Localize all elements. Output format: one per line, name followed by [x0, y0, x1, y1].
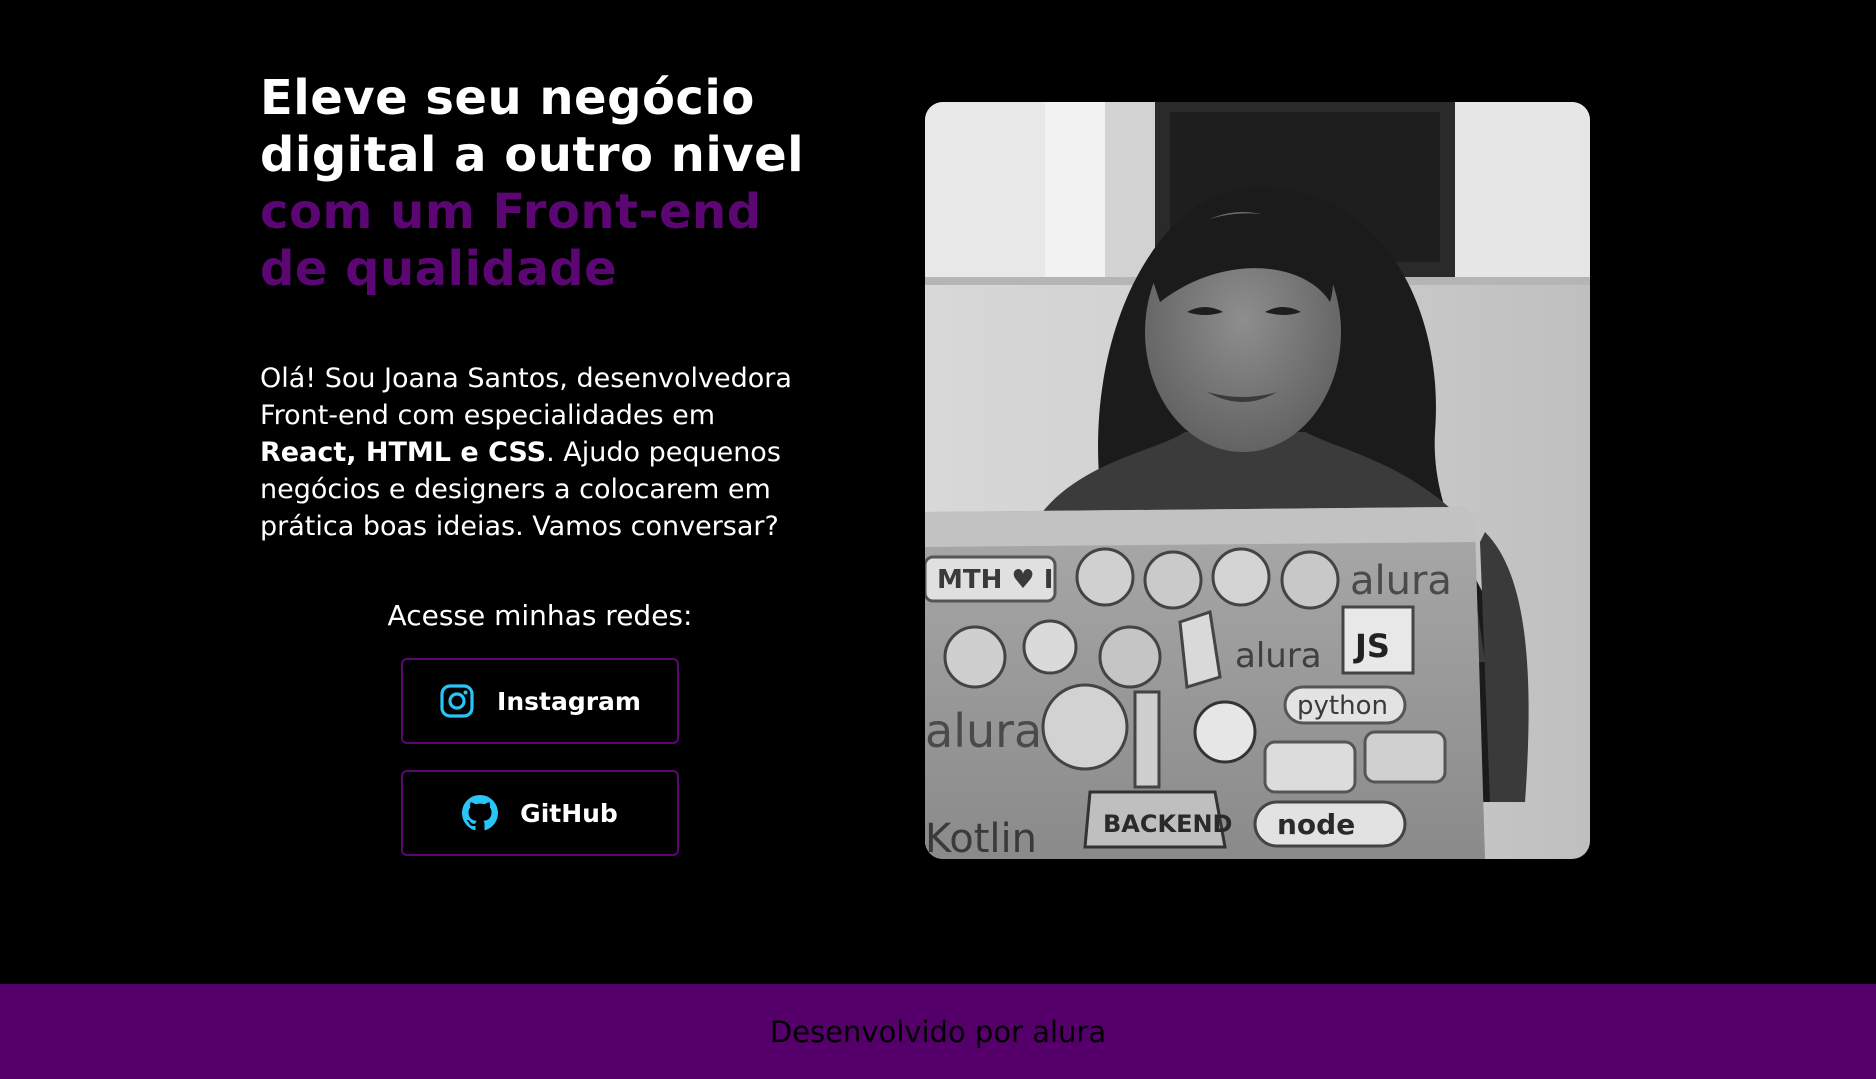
footer-credit: Desenvolvido por alura [769, 1014, 1107, 1049]
profile-photo: MTH ♥ I alura JS alura python alura BACK… [925, 102, 1590, 859]
instagram-button[interactable]: Instagram [401, 658, 679, 744]
hero-headline: Eleve seu negócio digital a outro nivel … [260, 70, 840, 298]
sticker-backend: BACKEND [1103, 810, 1232, 838]
instagram-button-label: Instagram [497, 686, 641, 716]
sticker-js: JS [1353, 627, 1390, 665]
bio-skills-highlight: React, HTML e CSS [260, 437, 547, 468]
footer: Desenvolvido por alura [0, 984, 1876, 1079]
sticker-kotlin: Kotlin [925, 816, 1037, 859]
sticker-alura-2: alura [1235, 636, 1322, 676]
github-button[interactable]: GitHub [401, 770, 679, 856]
instagram-icon [439, 683, 475, 719]
hero-section: Eleve seu negócio digital a outro nivel … [0, 0, 1876, 984]
hero-text-column: Eleve seu negócio digital a outro nivel … [260, 70, 840, 856]
sticker-alura-3: alura [925, 704, 1042, 758]
headline-line-1: Eleve seu negócio [260, 70, 755, 126]
headline-line-4: de qualidade [260, 241, 618, 297]
sticker-node: node [1277, 808, 1355, 841]
bio-paragraph: Olá! Sou Joana Santos, desenvolvedora Fr… [260, 360, 820, 545]
bio-text-part-1: Olá! Sou Joana Santos, desenvolvedora Fr… [260, 363, 792, 431]
sticker-mth: MTH ♥ I [937, 565, 1053, 595]
social-links-title: Acesse minhas redes: [387, 599, 693, 632]
headline-line-3: com um Front-end [260, 184, 762, 240]
github-button-label: GitHub [520, 798, 618, 828]
github-icon [462, 795, 499, 831]
sticker-alura-1: alura [1350, 558, 1452, 604]
headline-line-2: digital a outro nivel [260, 127, 805, 183]
sticker-python: python [1297, 691, 1388, 721]
